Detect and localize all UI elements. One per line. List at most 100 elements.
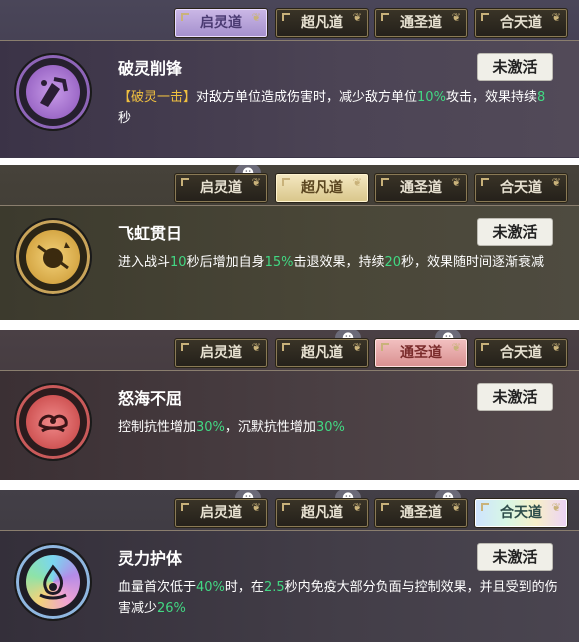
- leaf-icon: ❦: [551, 176, 561, 189]
- tab-label: 超凡道: [301, 15, 343, 31]
- tab-qiling[interactable]: 启灵道 ❦: [174, 338, 268, 368]
- leaf-icon: ❦: [551, 341, 561, 354]
- tab-bar: ☻ ☻ 启灵道❦ 超凡道❦ 通圣道❦ 合天道❦: [0, 330, 579, 370]
- desc-value: 10: [170, 255, 187, 270]
- tab-chaofan[interactable]: 超凡道 ❦: [275, 8, 369, 38]
- desc-value: 10%: [417, 90, 446, 105]
- tab-corner-icon: [282, 13, 290, 21]
- desc-value: 30%: [315, 420, 345, 435]
- skill-title: 飞虹贯日: [118, 224, 183, 243]
- tab-tongsheng[interactable]: 通圣道 ❦: [374, 498, 468, 528]
- tab-corner-icon: [381, 343, 389, 351]
- skill-description: 血量首次低于40%时，在2.5秒内免疫大部分负面与控制效果，并且受到的伤害减少2…: [118, 577, 558, 619]
- skill-description: 控制抗性增加30%，沉默抗性增加30%: [118, 417, 558, 438]
- tab-corner-icon: [481, 343, 489, 351]
- skill-emblem: [14, 53, 92, 131]
- tab-tongsheng[interactable]: 通圣道 ❦: [374, 338, 468, 368]
- tab-label: 通圣道: [400, 345, 442, 361]
- desc-value: 2.5: [263, 580, 285, 595]
- tab-label: 启灵道: [200, 180, 242, 196]
- desc-value: 20: [384, 255, 402, 270]
- tab-bar: 启灵道 ❦ 超凡道 ❦ 通圣道 ❦ 合天道 ❦: [0, 0, 579, 40]
- desc-value: 40%: [196, 580, 225, 595]
- tab-label: 超凡道: [301, 505, 343, 521]
- talent-panel-1: 启灵道 ❦ 超凡道 ❦ 通圣道 ❦ 合天道 ❦ 破灵削锋 未激活 【破灵一击】对敌方单位…: [0, 0, 579, 158]
- tab-corner-icon: [481, 503, 489, 511]
- tab-bar: ☻ 启灵道❦ 超凡道❦ 通圣道❦ 合天道❦: [0, 165, 579, 205]
- inactive-status-button[interactable]: 未激活: [477, 383, 553, 411]
- desc-text: 控制抗性增加: [118, 420, 197, 435]
- tab-label: 合天道: [500, 180, 542, 196]
- tab-corner-icon: [282, 343, 290, 351]
- inactive-status-button[interactable]: 未激活: [477, 53, 553, 81]
- skill-title: 破灵削锋: [118, 59, 183, 78]
- tab-corner-icon: [282, 503, 290, 511]
- skill-description: 进入战斗10秒后增加自身15%击退效果，持续20秒，效果随时间逐渐衰减: [118, 252, 558, 273]
- tab-hetian[interactable]: 合天道 ❦: [474, 338, 568, 368]
- tab-label: 合天道: [500, 15, 542, 31]
- tab-corner-icon: [181, 503, 189, 511]
- leaf-icon: ❦: [451, 501, 461, 514]
- skill-title: 灵力护体: [118, 549, 183, 568]
- desc-text: ，沉默抗性增加: [224, 420, 316, 435]
- desc-value: 15%: [264, 255, 294, 270]
- tab-label: 通圣道: [400, 505, 442, 521]
- leaf-icon: ❦: [551, 501, 561, 514]
- skill-emblem: [14, 218, 92, 296]
- leaf-icon: ❦: [251, 341, 261, 354]
- desc-value: 30%: [196, 420, 225, 435]
- tab-corner-icon: [381, 503, 389, 511]
- tab-corner-icon: [282, 178, 290, 186]
- talent-card: 怒海不屈 未激活 控制抗性增加30%，沉默抗性增加30%: [0, 370, 579, 480]
- tab-chaofan[interactable]: 超凡道 ❦: [275, 173, 369, 203]
- tab-tongsheng[interactable]: 通圣道 ❦: [374, 173, 468, 203]
- tab-label: 通圣道: [400, 180, 442, 196]
- desc-text: 秒: [118, 111, 132, 126]
- leaf-icon: ❦: [451, 11, 461, 24]
- skill-emblem: [14, 383, 92, 461]
- talent-card: 灵力护体 未激活 血量首次低于40%时，在2.5秒内免疫大部分负面与控制效果，并…: [0, 530, 579, 642]
- tab-label: 通圣道: [400, 15, 442, 31]
- desc-text: 攻击，效果持续: [445, 90, 537, 105]
- skill-tag: 【破灵一击】: [118, 90, 197, 105]
- leaf-icon: ❦: [352, 11, 362, 24]
- broken-blade-icon: [40, 77, 68, 107]
- tab-corner-icon: [381, 13, 389, 21]
- desc-text: 秒，效果随时间逐渐衰减: [401, 255, 545, 270]
- tab-corner-icon: [181, 343, 189, 351]
- spirit-flame-icon: [39, 564, 67, 600]
- tab-label: 合天道: [500, 345, 542, 361]
- tab-chaofan[interactable]: 超凡道 ❦: [275, 498, 369, 528]
- tab-hetian[interactable]: 合天道 ❦: [474, 173, 568, 203]
- tab-qiling[interactable]: 启灵道 ❦: [174, 498, 268, 528]
- tab-qiling[interactable]: 启灵道 ❦: [174, 173, 268, 203]
- talent-card: 破灵削锋 未激活 【破灵一击】对敌方单位造成伤害时，减少敌方单位10%攻击，效果…: [0, 40, 579, 157]
- tab-chaofan[interactable]: 超凡道 ❦: [275, 338, 369, 368]
- tab-corner-icon: [481, 13, 489, 21]
- tab-hetian[interactable]: 合天道 ❦: [474, 498, 568, 528]
- leaf-icon: ❦: [551, 11, 561, 24]
- leaf-icon: ❦: [352, 176, 362, 189]
- tab-hetian[interactable]: 合天道 ❦: [474, 8, 568, 38]
- tab-corner-icon: [181, 178, 189, 186]
- leaf-icon: ❦: [251, 176, 261, 189]
- skill-emblem: [14, 543, 92, 621]
- desc-text: 秒后增加自身: [186, 255, 265, 270]
- tab-label: 超凡道: [301, 345, 343, 361]
- desc-text: 击退效果，持续: [293, 255, 385, 270]
- tab-qiling[interactable]: 启灵道 ❦: [174, 8, 268, 38]
- inactive-status-button[interactable]: 未激活: [477, 543, 553, 571]
- tab-label: 启灵道: [200, 345, 242, 361]
- tab-bar: ☻ ☻ ☻ 启灵道❦ 超凡道❦ 通圣道❦ 合天道❦: [0, 490, 579, 530]
- talent-panel-2: ☻ 启灵道❦ 超凡道❦ 通圣道❦ 合天道❦ 飞虹贯日 未激活 进入战斗10秒后增…: [0, 165, 579, 320]
- leaf-icon: ❦: [451, 341, 461, 354]
- leaf-icon: ❦: [352, 501, 362, 514]
- leaf-icon: ❦: [251, 11, 261, 24]
- talent-panel-4: ☻ ☻ ☻ 启灵道❦ 超凡道❦ 通圣道❦ 合天道❦ 灵力护体 未激活 血量首次低…: [0, 490, 579, 642]
- leaf-icon: ❦: [451, 176, 461, 189]
- skill-description: 【破灵一击】对敌方单位造成伤害时，减少敌方单位10%攻击，效果持续8 秒: [118, 87, 558, 129]
- talent-card: 飞虹贯日 未激活 进入战斗10秒后增加自身15%击退效果，持续20秒，效果随时间…: [0, 205, 579, 320]
- tab-tongsheng[interactable]: 通圣道 ❦: [374, 8, 468, 38]
- inactive-status-button[interactable]: 未激活: [477, 218, 553, 246]
- wave-cloud-icon: [38, 414, 68, 433]
